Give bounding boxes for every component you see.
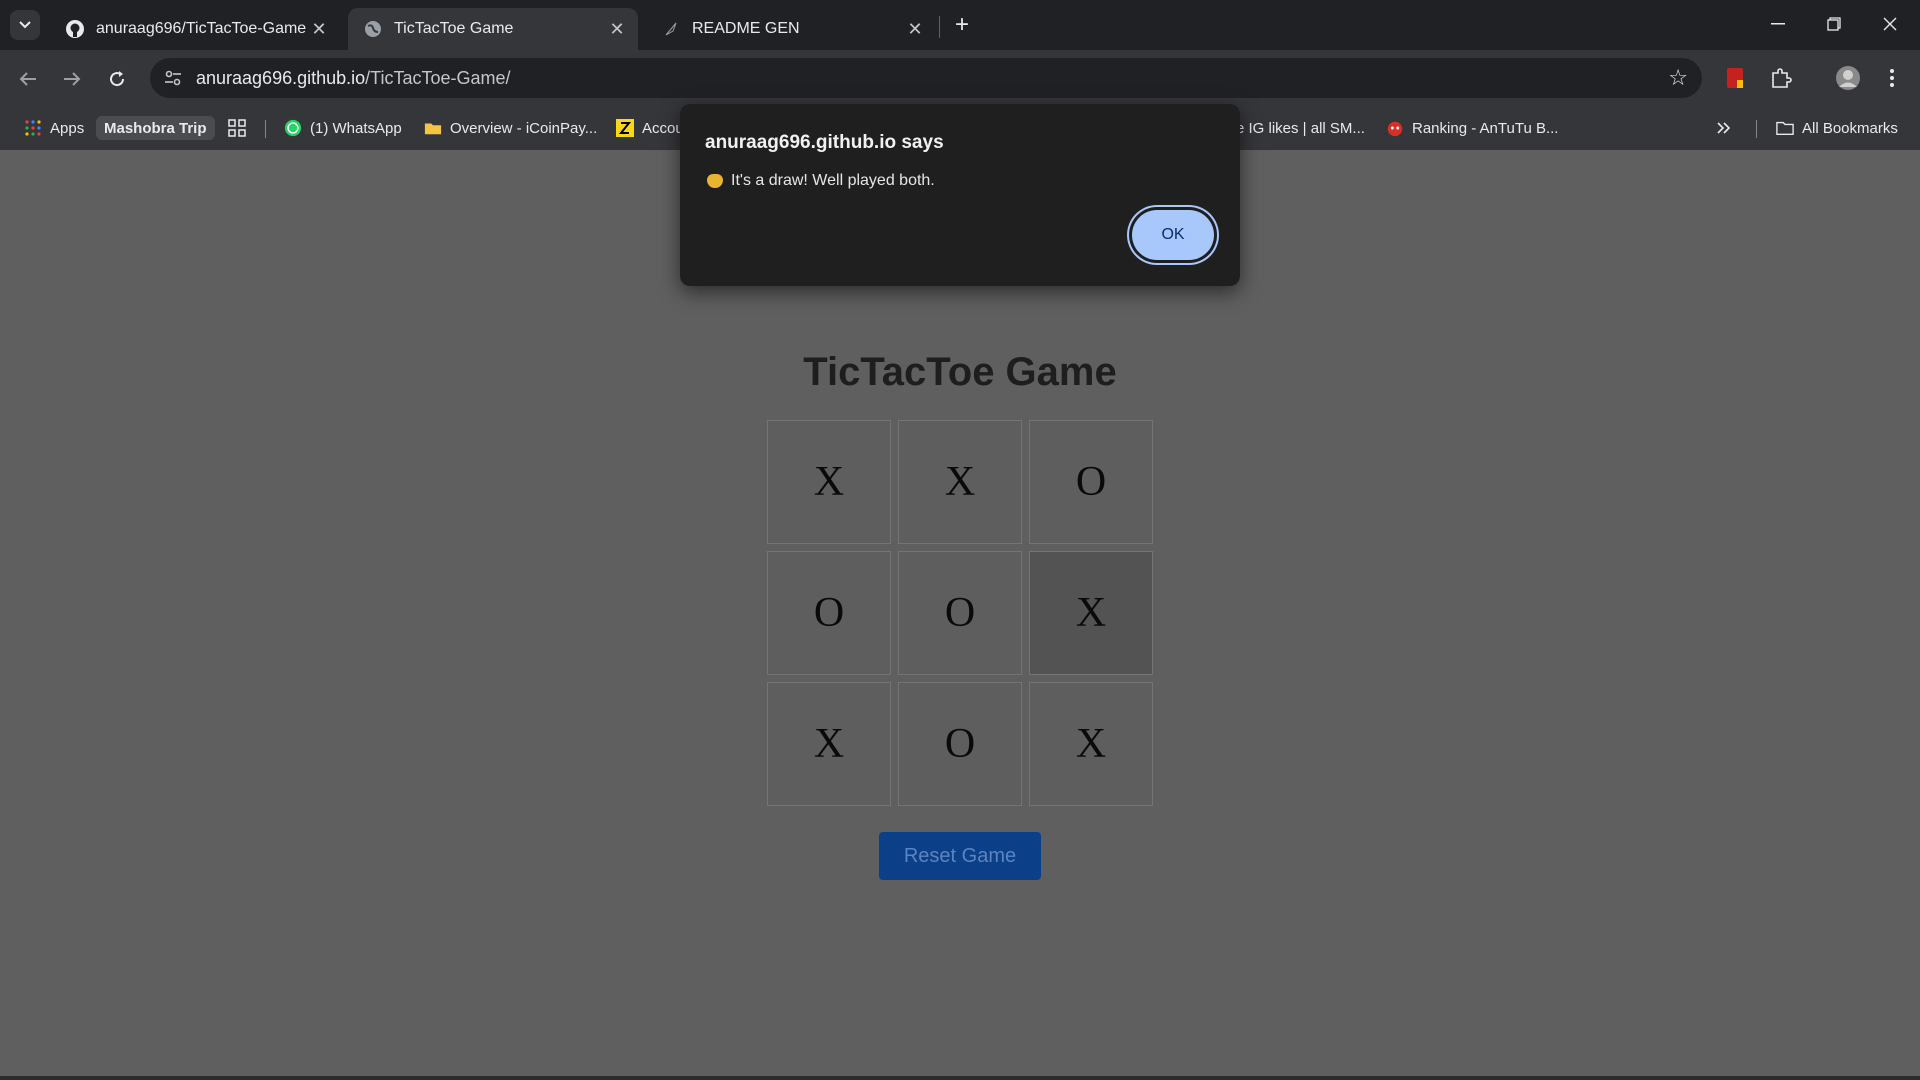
tab-title: README GEN <box>692 20 800 37</box>
apps-grid-icon <box>24 119 42 137</box>
browser-toolbar: anuraag696.github.io/TicTacToe-Game/ ☆ <box>0 50 1920 106</box>
folder-outline-icon <box>1776 119 1794 137</box>
globe-icon <box>362 18 384 40</box>
bookmark-label: Mashobra Trip <box>104 119 207 137</box>
folder-icon <box>424 119 442 137</box>
tab-close-icon[interactable]: ✕ <box>306 19 332 40</box>
tab-readme-gen[interactable]: README GEN ✕ <box>646 8 936 50</box>
board-cell-8[interactable]: O <box>898 682 1022 806</box>
tab-separator <box>939 16 940 38</box>
whatsapp-icon <box>284 119 302 137</box>
bookmark-label: e IG likes | all SM... <box>1236 119 1365 137</box>
tab-title: anuraag696/TicTacToe-Game <box>96 20 306 37</box>
bookmark-label: (1) WhatsApp <box>310 119 402 137</box>
extensions-puzzle-icon[interactable] <box>1765 62 1797 94</box>
bookmark-star-icon[interactable]: ☆ <box>1668 65 1688 91</box>
yellow-badge-icon <box>616 119 634 137</box>
antutu-icon <box>1386 119 1404 137</box>
reload-icon[interactable] <box>102 64 132 94</box>
page-title: TicTacToe Game <box>803 350 1117 394</box>
board-cell-5[interactable]: O <box>898 551 1022 675</box>
dialog-message: It's a draw! Well played both. <box>731 172 935 189</box>
board-cell-6[interactable]: X <box>1029 551 1153 675</box>
dialog-message-row: It's a draw! Well played both. <box>707 172 935 190</box>
board-cell-1[interactable]: X <box>767 420 891 544</box>
url-text[interactable]: anuraag696.github.io/TicTacToe-Game/ <box>196 68 511 89</box>
board-cell-2[interactable]: X <box>898 420 1022 544</box>
all-bookmarks-button[interactable]: All Bookmarks <box>1776 116 1898 140</box>
board-cell-7[interactable]: X <box>767 682 891 806</box>
window-close-icon[interactable] <box>1870 8 1910 40</box>
reset-game-button[interactable]: Reset Game <box>879 832 1041 880</box>
back-arrow-icon[interactable] <box>13 64 43 94</box>
bookmark-label: Apps <box>50 119 85 137</box>
tab-close-icon[interactable]: ✕ <box>902 19 928 40</box>
board-cell-3[interactable]: O <box>1029 420 1153 544</box>
tab-github-repo[interactable]: anuraag696/TicTacToe-Game ✕ <box>50 8 340 50</box>
bookmark-label: Accou <box>642 119 684 137</box>
new-tab-plus-icon[interactable]: + <box>948 10 976 40</box>
bookmark-label: Overview - iCoinPay... <box>450 119 598 137</box>
ok-button[interactable]: OK <box>1132 210 1214 260</box>
forward-arrow-icon[interactable] <box>57 64 87 94</box>
game-board: X X O O O X X O X <box>767 420 1153 808</box>
more-bookmarks-chevron-icon[interactable] <box>1717 116 1731 140</box>
profile-avatar-icon[interactable] <box>1832 62 1864 94</box>
tab-close-icon[interactable]: ✕ <box>604 19 630 40</box>
tab-search-chevron-icon[interactable] <box>10 10 40 40</box>
taskbar-edge <box>0 1076 1920 1080</box>
address-bar[interactable]: anuraag696.github.io/TicTacToe-Game/ ☆ <box>150 58 1702 98</box>
feather-icon <box>660 18 682 40</box>
bookmark-apps[interactable]: Apps <box>24 116 84 140</box>
tab-tictactoe-game[interactable]: TicTacToe Game ✕ <box>348 8 638 50</box>
extension-red-bookmark-icon[interactable] <box>1719 62 1751 94</box>
minimize-icon[interactable] <box>1758 8 1798 40</box>
all-bookmarks-label: All Bookmarks <box>1802 119 1898 137</box>
browser-menu-icon[interactable] <box>1876 62 1908 94</box>
dialog-origin: anuraag696.github.io says <box>705 132 944 153</box>
bookmark-antutu[interactable]: Ranking - AnTuTu B... <box>1386 116 1558 140</box>
tab-strip: anuraag696/TicTacToe-Game ✕ TicTacToe Ga… <box>0 0 1920 50</box>
page-content: TicTacToe Game X X O O O X X O X Reset G… <box>0 150 1920 1076</box>
restore-icon[interactable] <box>1814 8 1854 40</box>
board-cell-4[interactable]: O <box>767 551 891 675</box>
bookmark-mashobra-trip[interactable]: Mashobra Trip <box>96 116 215 140</box>
tab-groups-icon[interactable] <box>228 116 246 140</box>
github-icon <box>64 18 86 40</box>
bookmark-whatsapp[interactable]: (1) WhatsApp <box>284 116 402 140</box>
url-path: /TicTacToe-Game/ <box>365 68 511 88</box>
handshake-emoji-icon <box>707 174 723 188</box>
board-cell-9[interactable]: X <box>1029 682 1153 806</box>
bookmark-label: Ranking - AnTuTu B... <box>1412 119 1559 137</box>
url-host: anuraag696.github.io <box>196 68 366 88</box>
alert-dialog: anuraag696.github.io says It's a draw! W… <box>680 104 1240 286</box>
bookmark-separator <box>1756 120 1757 138</box>
tab-title: TicTacToe Game <box>394 20 514 37</box>
bookmark-ig-likes[interactable]: e IG likes | all SM... <box>1236 116 1365 140</box>
bookmark-account[interactable]: Accou <box>616 116 684 140</box>
bookmark-separator <box>265 120 266 138</box>
bookmark-icoinpay[interactable]: Overview - iCoinPay... <box>424 116 597 140</box>
site-info-tune-icon[interactable] <box>162 67 184 89</box>
